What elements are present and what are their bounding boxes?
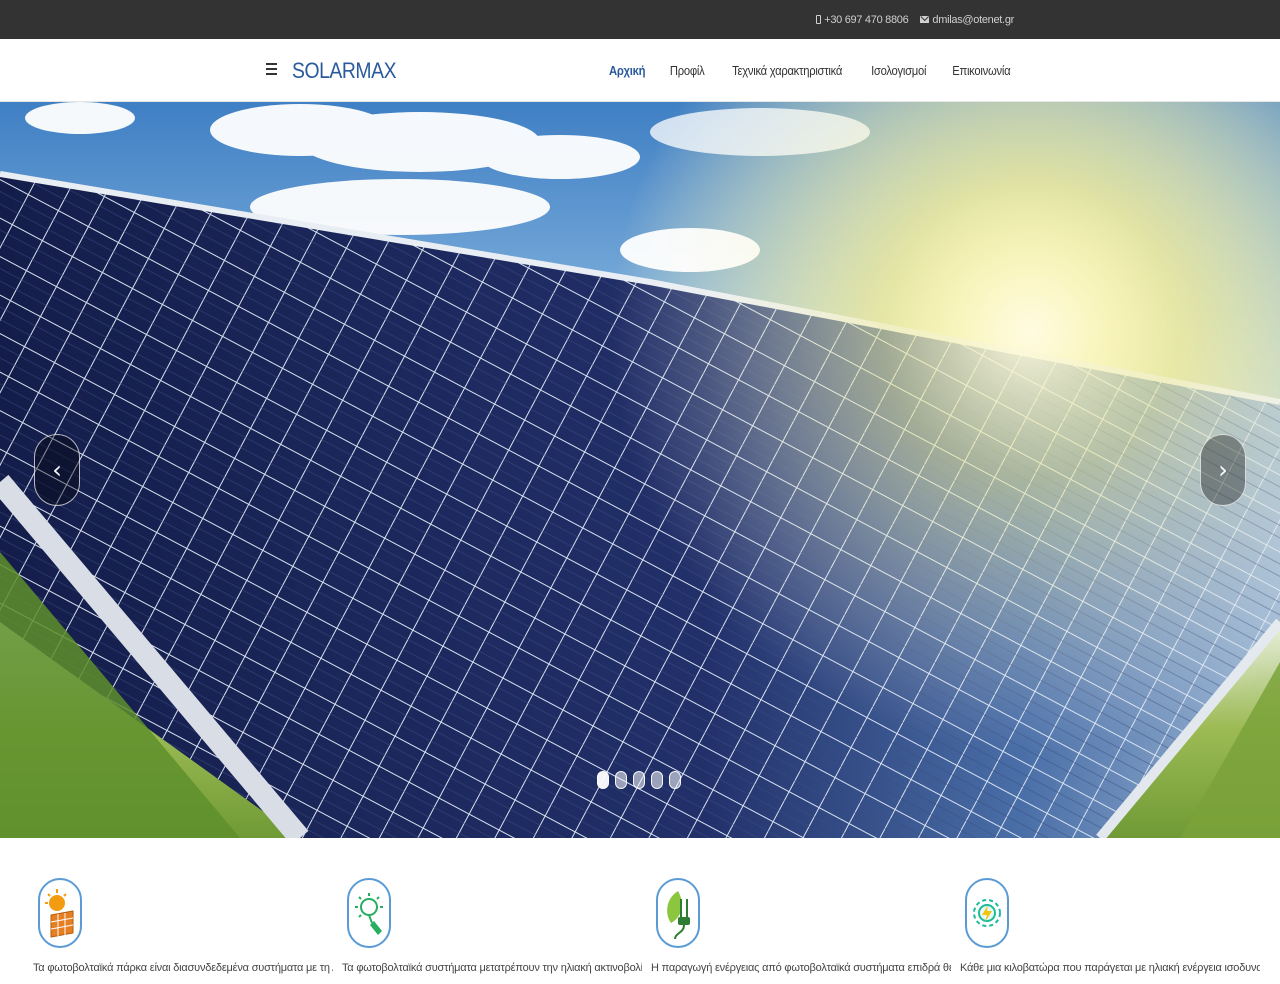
phone-icon: [816, 15, 822, 24]
slider-indicator-3[interactable]: [633, 771, 645, 789]
feature-text: Τα φωτοβολταϊκά συστήματα μετατρέπουν τη…: [342, 962, 642, 974]
top-bar: +30 697 470 8806 dmilas@otenet.gr: [0, 0, 1280, 39]
leaf-plug-icon: [656, 878, 700, 948]
brand-logo[interactable]: SOLARMAX: [292, 58, 397, 84]
contact-info: +30 697 470 8806 dmilas@otenet.gr: [816, 0, 1014, 39]
slider-indicator-1[interactable]: [597, 771, 609, 789]
nav-item-balance-sheets[interactable]: Ισολογισμοί: [871, 64, 926, 78]
sun-plug-icon: [347, 878, 391, 948]
solar-panels-image: [0, 102, 1280, 838]
nav-item-home[interactable]: Αρχική: [609, 64, 645, 78]
slider-next-button[interactable]: ›: [1200, 434, 1246, 506]
hamburger-menu-icon[interactable]: [266, 63, 277, 75]
feature-item: Τα φωτοβολταϊκά πάρκα είναι διασυνδεδεμέ…: [33, 878, 333, 974]
envelope-icon: [920, 16, 930, 23]
feature-text: Τα φωτοβολταϊκά πάρκα είναι διασυνδεδεμέ…: [33, 962, 333, 974]
email-contact[interactable]: dmilas@otenet.gr: [920, 14, 1014, 26]
energy-bolt-icon: [965, 878, 1009, 948]
feature-text: Κάθε μια κιλοβατώρα που παράγεται με ηλι…: [960, 962, 1260, 974]
nav-item-profile[interactable]: Προφίλ: [669, 64, 704, 78]
feature-item: Κάθε μια κιλοβατώρα που παράγεται με ηλι…: [960, 878, 1260, 974]
phone-contact[interactable]: +30 697 470 8806: [816, 13, 909, 26]
nav-item-technical[interactable]: Τεχνικά χαρακτηριστικά: [732, 64, 842, 78]
phone-number: +30 697 470 8806: [824, 13, 909, 26]
feature-text: Η παραγωγή ενέργειας από φωτοβολταϊκά συ…: [651, 962, 951, 974]
feature-item: Τα φωτοβολταϊκά συστήματα μετατρέπουν τη…: [342, 878, 642, 974]
hero-slider: ‹ ›: [0, 102, 1280, 838]
main-nav: Αρχική Προφίλ Τεχνικά χαρακτηριστικά Ισο…: [607, 39, 1014, 102]
slider-indicator-2[interactable]: [615, 771, 627, 789]
nav-item-contact[interactable]: Επικοινωνία: [953, 64, 1011, 78]
slider-indicators: [597, 771, 681, 789]
navbar: SOLARMAX Αρχική Προφίλ Τεχνικά χαρακτηρι…: [0, 39, 1280, 102]
slider-indicator-5[interactable]: [669, 771, 681, 789]
slider-prev-button[interactable]: ‹: [34, 434, 80, 506]
features-section: Τα φωτοβολταϊκά πάρκα είναι διασυνδεδεμέ…: [0, 838, 1280, 984]
email-address: dmilas@otenet.gr: [932, 13, 1014, 26]
solar-panel-sun-icon: [38, 878, 82, 948]
feature-item: Η παραγωγή ενέργειας από φωτοβολταϊκά συ…: [651, 878, 951, 974]
slider-indicator-4[interactable]: [651, 771, 663, 789]
